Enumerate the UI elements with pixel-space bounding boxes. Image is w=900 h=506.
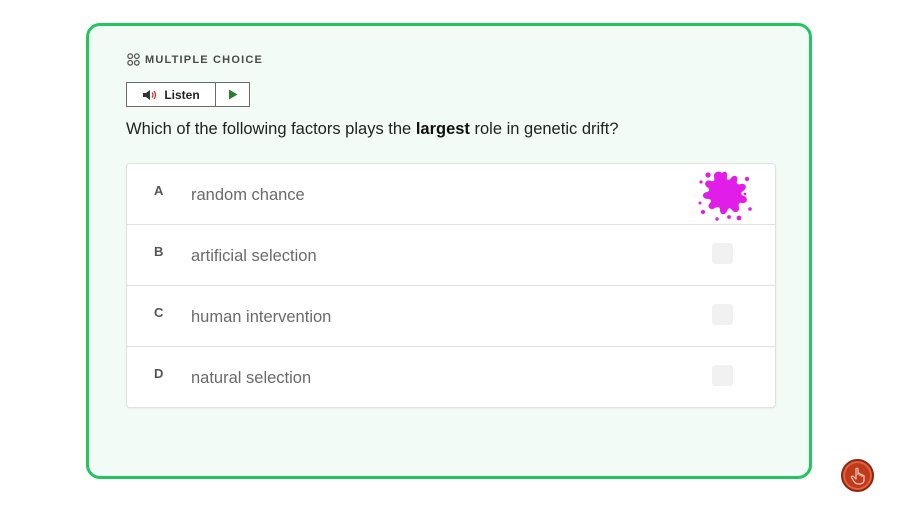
- answer-option-a[interactable]: A random chance: [127, 164, 775, 225]
- option-letter: C: [154, 305, 164, 320]
- option-text: random chance: [191, 186, 305, 204]
- listen-button[interactable]: Listen: [127, 83, 216, 106]
- hand-pointer-icon: [850, 467, 865, 485]
- grid-icon: [127, 53, 140, 66]
- floating-action-button[interactable]: [841, 459, 874, 492]
- question-text: Which of the following factors plays the…: [126, 120, 619, 139]
- option-letter: B: [154, 244, 164, 259]
- answer-option-b[interactable]: B artificial selection: [127, 225, 775, 286]
- answer-option-d[interactable]: D natural selection: [127, 347, 775, 407]
- play-icon: [228, 89, 237, 100]
- question-emphasis: largest: [415, 120, 470, 138]
- question-type-label: MULTIPLE CHOICE: [127, 53, 263, 66]
- question-prefix: Which of the following factors plays the: [126, 120, 416, 138]
- answer-option-c[interactable]: C human intervention: [127, 286, 775, 347]
- option-checkbox[interactable]: [712, 304, 733, 325]
- play-button[interactable]: [216, 83, 249, 106]
- option-text: human intervention: [191, 308, 332, 326]
- option-letter: A: [154, 183, 164, 198]
- option-letter: D: [154, 366, 164, 381]
- question-suffix: role in genetic drift?: [469, 120, 619, 138]
- speaker-icon: [143, 89, 157, 100]
- option-checkbox[interactable]: [712, 365, 733, 386]
- paint-splat-icon: [698, 171, 752, 221]
- option-text: natural selection: [191, 369, 312, 387]
- answer-options-list: A random chance B artificial selection C…: [126, 163, 776, 408]
- option-text: artificial selection: [191, 247, 317, 265]
- listen-label: Listen: [164, 87, 200, 102]
- question-card: MULTIPLE CHOICE Listen Which of the foll…: [86, 23, 812, 479]
- question-type-text: MULTIPLE CHOICE: [145, 53, 264, 66]
- text-to-speech-widget: Listen: [126, 82, 250, 107]
- option-checkbox[interactable]: [712, 243, 733, 264]
